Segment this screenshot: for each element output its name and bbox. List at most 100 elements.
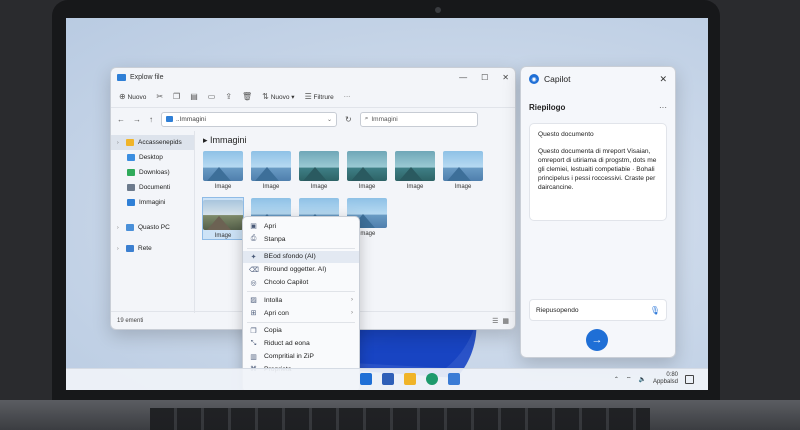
nav-item-this-pc[interactable]: › Quasto PC bbox=[111, 220, 194, 235]
copilot-prompt-input[interactable]: Riepusopendo 🎙 bbox=[529, 299, 667, 321]
image-thumbnail[interactable]: Image bbox=[251, 151, 291, 190]
image-thumbnail[interactable]: Image bbox=[347, 151, 387, 190]
image-preview bbox=[251, 151, 291, 181]
search-icon: ⌕ bbox=[364, 115, 369, 122]
print-icon: ⎙ bbox=[250, 235, 257, 243]
close-button[interactable]: ✕ bbox=[502, 73, 509, 82]
chevron-right-icon: › bbox=[351, 297, 353, 304]
back-arrow-icon[interactable]: ← bbox=[117, 115, 125, 124]
nav-item-documents[interactable]: Documenti bbox=[111, 180, 194, 195]
address-bar[interactable]: ..Immagini ⌄ bbox=[161, 111, 337, 127]
menu-item-open-with[interactable]: ⊞ Apri con › bbox=[243, 307, 359, 320]
send-button[interactable]: → bbox=[586, 329, 608, 351]
copilot-logo-icon: ◉ bbox=[529, 74, 539, 84]
refresh-icon[interactable]: ↻ bbox=[345, 115, 352, 124]
nav-label: Downloas) bbox=[139, 169, 170, 176]
nav-item-downloads[interactable]: Downloas) bbox=[111, 165, 194, 180]
nav-label: Rete bbox=[138, 245, 152, 252]
up-arrow-icon[interactable]: ↑ bbox=[149, 115, 153, 124]
explorer-toolbar: ⊕ Nuovo ✂ ❐ ▤ ▭ ⇪ 🗑 ⇅ Nuovo ▾ ☰ Filtrure… bbox=[111, 86, 515, 108]
search-input[interactable]: ⌕ Immagini bbox=[359, 111, 478, 127]
image-thumbnail[interactable]: Image bbox=[395, 151, 435, 190]
microphone-icon[interactable]: 🎙 bbox=[650, 306, 660, 315]
delete-icon[interactable]: 🗑 bbox=[242, 92, 252, 101]
new-button[interactable]: ⊕ Nuovo bbox=[119, 92, 146, 101]
sort-button[interactable]: ⇅ Nuovo ▾ bbox=[262, 92, 294, 101]
menu-item-ai-background[interactable]: ✦ BEod sfondo (AI) bbox=[243, 250, 359, 264]
details-view-icon[interactable]: ☰ bbox=[492, 317, 498, 325]
item-count: 19 ementi bbox=[117, 317, 144, 324]
menu-item-open[interactable]: ▣ Apri bbox=[243, 220, 359, 233]
copy-icon[interactable]: ❐ bbox=[173, 92, 180, 101]
search-placeholder: Immagini bbox=[371, 115, 398, 123]
filter-button[interactable]: ☰ Filtrure bbox=[305, 92, 334, 101]
chevron-right-icon: › bbox=[117, 224, 119, 231]
more-button[interactable]: ··· bbox=[344, 93, 351, 100]
nav-label: Accassenepids bbox=[138, 139, 182, 146]
image-thumbnail[interactable]: Image bbox=[299, 151, 339, 190]
store-icon[interactable] bbox=[448, 373, 460, 385]
image-preview bbox=[395, 151, 435, 181]
tiles-view-icon[interactable]: ▦ bbox=[502, 317, 509, 325]
more-options-icon[interactable]: ··· bbox=[659, 103, 667, 112]
view-icon: ☰ bbox=[304, 92, 312, 101]
volume-icon[interactable]: 🔈 bbox=[638, 376, 645, 383]
cut-icon[interactable]: ✂ bbox=[156, 92, 163, 101]
menu-item-print[interactable]: ⎙ Stanpa bbox=[243, 233, 359, 246]
nav-label: Quasto PC bbox=[138, 224, 170, 231]
desktop-screen: Explow file — ☐ ✕ ⊕ Nuovo ✂ ❐ ▤ ▭ ⇪ 🗑 ⇅ … bbox=[66, 18, 708, 390]
image-thumbnail[interactable]: Image bbox=[443, 151, 483, 190]
nav-label: Documenti bbox=[139, 184, 171, 191]
prompt-text: Riepusopendo bbox=[536, 306, 579, 314]
desktop-icon bbox=[127, 154, 135, 161]
folder-heading: ▸ Immagini bbox=[203, 135, 247, 145]
start-icon[interactable] bbox=[360, 373, 372, 385]
menu-item-resize[interactable]: ⤡ Riduct ad eona bbox=[243, 337, 359, 350]
nav-item-home[interactable]: › Accassenepids bbox=[111, 135, 194, 150]
image-thumbnail-selected[interactable]: Image bbox=[202, 197, 244, 240]
close-icon[interactable]: ✕ bbox=[659, 74, 667, 85]
plus-circle-icon: ⊕ bbox=[119, 92, 126, 101]
minimize-button[interactable]: — bbox=[459, 73, 467, 82]
copilot-title: Capilot bbox=[544, 74, 571, 84]
image-preview bbox=[443, 151, 483, 181]
nav-item-pictures[interactable]: Immagini bbox=[111, 195, 194, 210]
maximize-button[interactable]: ☐ bbox=[481, 73, 488, 82]
menu-item-ask-copilot[interactable]: ◎ Chcolo Capilot bbox=[243, 276, 359, 289]
forward-arrow-icon[interactable]: → bbox=[133, 115, 141, 124]
summary-heading: Questo documento bbox=[538, 131, 594, 138]
file-explorer-icon[interactable] bbox=[404, 373, 416, 385]
summary-body: Questo documenta di mreport Visaian, omr… bbox=[538, 148, 657, 191]
download-icon bbox=[127, 169, 135, 176]
rename-icon[interactable]: ▭ bbox=[208, 92, 216, 101]
paste-icon[interactable]: ▤ bbox=[190, 92, 198, 101]
menu-item-set-as[interactable]: ▨ Intolla › bbox=[243, 294, 359, 307]
sparkle-icon: ✦ bbox=[250, 253, 257, 261]
clock[interactable]: 0:80 Appbalsd bbox=[653, 372, 678, 386]
network-icon bbox=[126, 245, 134, 252]
open-icon: ▣ bbox=[250, 223, 257, 231]
menu-divider bbox=[247, 321, 355, 323]
notification-icon[interactable] bbox=[685, 374, 694, 384]
image-thumbnail[interactable]: Image bbox=[203, 151, 243, 190]
context-menu: ▣ Apri ⎙ Stanpa ✦ BEod sfondo (AI) ⌫ Riround… bbox=[242, 216, 360, 390]
copilot-section-header: Riepilogo ··· bbox=[521, 97, 675, 117]
chevron-up-icon[interactable]: ⌃ bbox=[614, 376, 619, 383]
nav-item-desktop[interactable]: Desktop bbox=[111, 150, 194, 165]
menu-item-copy[interactable]: ❐ Copia bbox=[243, 325, 359, 338]
navigation-pane: › Accassenepids Desktop Downloas) Docume… bbox=[111, 131, 195, 313]
menu-item-ai-remove-object[interactable]: ⌫ Riround oggetter. AI) bbox=[243, 263, 359, 276]
explorer-titlebar: Explow file — ☐ ✕ bbox=[111, 68, 515, 86]
chevron-right-icon: › bbox=[117, 245, 119, 252]
nav-item-network[interactable]: › Rete bbox=[111, 241, 194, 256]
edge-icon[interactable] bbox=[426, 373, 438, 385]
sort-icon: ⇅ bbox=[262, 92, 269, 101]
copilot-icon: ◎ bbox=[250, 279, 257, 287]
chevron-down-icon[interactable]: ⌄ bbox=[327, 116, 332, 123]
taskbar: ⌃ ⌔ 🔈 0:80 Appbalsd bbox=[66, 368, 708, 390]
wifi-icon[interactable]: ⌔ bbox=[626, 375, 632, 383]
menu-item-compress-zip[interactable]: ▥ Compritial in ZiP bbox=[243, 350, 359, 363]
taskview-icon[interactable] bbox=[382, 373, 394, 385]
share-icon[interactable]: ⇪ bbox=[225, 92, 232, 101]
folder-icon bbox=[166, 116, 173, 122]
